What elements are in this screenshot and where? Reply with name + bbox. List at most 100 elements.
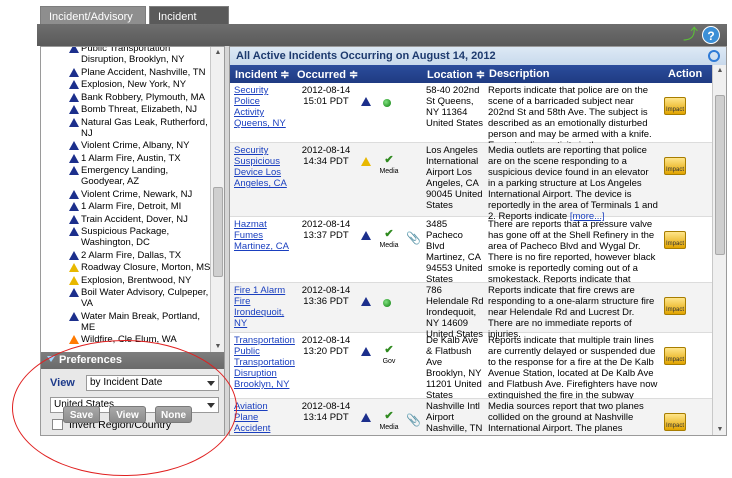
incident-link[interactable]: Hazmat Fumes Martinez, CA — [234, 219, 290, 252]
refresh-icon[interactable] — [708, 50, 720, 62]
tree-item-label: Boil Water Advisory, Culpeper, VA — [81, 287, 209, 309]
incidents-panel: All Active Incidents Occurring on August… — [229, 46, 727, 436]
help-icon[interactable]: ? — [702, 26, 720, 44]
back-arrow-icon[interactable]: ⤴ — [683, 27, 698, 43]
warning-icon — [69, 226, 79, 236]
tree-date-node[interactable]: − 2012-08-12 — [41, 347, 211, 348]
panel-title: All Active Incidents Occurring on August… — [236, 50, 496, 62]
tree-item[interactable]: Explosion, Brentwood, NY — [41, 275, 211, 286]
tab-incident-explorer[interactable]: Incident Explorer — [149, 6, 229, 35]
tree-item[interactable]: Emergency Landing, Goodyear, AZ — [41, 165, 211, 187]
location-text: Nashville Intl Airport Nashville, TN 372… — [426, 401, 483, 435]
panel-title-bar: All Active Incidents Occurring on August… — [230, 47, 726, 65]
impact-icon: Impact — [664, 231, 686, 249]
source-label: Media — [379, 424, 399, 431]
source-badge: ✔ Media — [378, 411, 400, 433]
occurred-time: 2012-08-14 14:34 PDT — [301, 145, 351, 167]
tree-item[interactable]: Suspicious Package, Washington, DC — [41, 226, 211, 248]
warning-icon — [69, 189, 79, 199]
scroll-up-icon[interactable]: ▲ — [716, 67, 724, 74]
tree-item-label: Wildfire, Cle Elum, WA — [81, 334, 177, 345]
preferences-header[interactable]: Preferences — [41, 352, 224, 369]
scroll-down-icon[interactable]: ▼ — [716, 426, 724, 433]
tree-item[interactable]: Public Transportation Disruption, Brookl… — [41, 47, 211, 65]
none-button[interactable]: None — [155, 406, 192, 423]
tree-item[interactable]: 2 Alarm Fire, Dallas, TX — [41, 250, 211, 261]
warning-icon — [69, 92, 79, 102]
severity-icon — [361, 157, 371, 166]
tree-item[interactable]: 1 Alarm Fire, Austin, TX — [41, 153, 211, 164]
table-row[interactable]: Fire 1 Alarm Fire Irondequoit, NY 2012-08… — [230, 283, 712, 340]
incident-link[interactable]: Aviation Plane Accident Nashville, TN — [234, 401, 290, 435]
description-text: Reports indicate that fire crews are res… — [488, 285, 658, 340]
tree-item[interactable]: Bank Robbery, Plymouth, MA — [41, 92, 211, 103]
impact-button[interactable]: Impact — [662, 97, 688, 115]
tree-item[interactable]: Train Accident, Dover, NJ — [41, 214, 211, 225]
impact-icon: Impact — [664, 297, 686, 315]
column-header-incident[interactable]: Incident ≑ — [235, 68, 289, 81]
location-text: Los Angeles International Airport Los An… — [426, 145, 483, 211]
tree-item[interactable]: Bomb Threat, Elizabeth, NJ — [41, 104, 211, 115]
scroll-thumb[interactable] — [715, 95, 725, 255]
impact-button[interactable]: Impact — [662, 347, 688, 365]
impact-button[interactable]: Impact — [662, 297, 688, 315]
scroll-up-icon[interactable]: ▲ — [214, 49, 222, 56]
table-scrollbar[interactable]: ▲ ▼ — [712, 65, 726, 435]
severity-icon — [361, 297, 371, 306]
tree-item[interactable]: Boil Water Advisory, Culpeper, VA — [41, 287, 211, 309]
incident-link[interactable]: Fire 1 Alarm Fire Irondequoit, NY — [234, 285, 290, 329]
tab-incident-advisory-map[interactable]: Incident/Advisory Map — [40, 6, 146, 35]
tree-item[interactable]: Explosion, New York, NY — [41, 79, 211, 90]
chevron-down-icon — [47, 356, 55, 362]
tree-item-label: Roadway Closure, Morton, MS — [81, 262, 211, 273]
tree-item[interactable]: Wildfire, Cle Elum, WA — [41, 334, 211, 345]
attachment-icon[interactable]: 📎 — [406, 232, 421, 244]
tree-item[interactable]: Water Main Break, Portland, ME — [41, 311, 211, 333]
incident-link[interactable]: Security Police Activity Queens, NY — [234, 85, 290, 129]
tree-item-label: Plane Accident, Nashville, TN — [81, 66, 206, 78]
warning-icon — [69, 153, 79, 163]
source-label: Media — [379, 242, 399, 249]
severity-icon — [361, 97, 371, 106]
view-button[interactable]: View — [109, 406, 146, 423]
column-header-location[interactable]: Location ≑ — [427, 68, 485, 81]
left-scrollbar[interactable]: ▲ ▼ — [210, 47, 224, 352]
warning-icon — [69, 140, 79, 150]
scroll-down-icon[interactable]: ▼ — [214, 343, 222, 350]
tree-item[interactable]: Violent Crime, Newark, NJ — [41, 189, 211, 200]
checkmark-icon: ✔ — [384, 344, 394, 356]
table-row[interactable]: Hazmat Fumes Martinez, CA 2012-08-14 13:3… — [230, 217, 712, 296]
attachment-icon[interactable]: 📎 — [406, 414, 421, 426]
tree-item[interactable]: Natural Gas Leak, Rutherford, NJ — [41, 117, 211, 139]
severity-icon — [361, 231, 371, 240]
tree-item[interactable]: 1 Alarm Fire, Detroit, MI — [41, 201, 211, 212]
table-row[interactable]: Transportation Public Transportation Dis… — [230, 333, 712, 412]
status-dot-icon — [383, 99, 391, 107]
incident-table-body: Security Police Activity Queens, NY 2012-… — [230, 83, 712, 435]
table-row[interactable]: Security Police Activity Queens, NY 2012-… — [230, 83, 712, 151]
table-row[interactable]: Security Suspicious Device Los Angeles, … — [230, 143, 712, 222]
collapse-icon[interactable]: − — [46, 347, 55, 348]
tree-item-label: Explosion, New York, NY — [81, 79, 187, 90]
impact-button[interactable]: Impact — [662, 157, 688, 175]
severity-icon — [361, 413, 371, 422]
scroll-thumb[interactable] — [213, 187, 223, 277]
save-button[interactable]: Save — [63, 406, 100, 423]
tree-item-label: Bank Robbery, Plymouth, MA — [81, 91, 205, 103]
preferences-buttons: Save View None — [40, 368, 225, 458]
preferences-title: Preferences — [59, 354, 122, 366]
description-text: Media sources report that two planes col… — [488, 401, 658, 435]
incident-link[interactable]: Security Suspicious Device Los Angeles, … — [234, 145, 290, 189]
column-header-occurred[interactable]: Occurred ≑ — [297, 68, 358, 81]
tree-item[interactable]: Plane Accident, Nashville, TN — [41, 67, 211, 78]
occurred-time: 2012-08-14 13:37 PDT — [301, 219, 351, 241]
impact-button[interactable]: Impact — [662, 413, 688, 431]
table-row[interactable]: Aviation Plane Accident Nashville, TN 201… — [230, 399, 712, 435]
impact-button[interactable]: Impact — [662, 231, 688, 249]
source-badge: ✔ Gov — [378, 345, 400, 367]
tree-item[interactable]: Violent Crime, Albany, NY — [41, 140, 211, 151]
tree-item[interactable]: Roadway Closure, Morton, MS — [41, 262, 211, 273]
impact-label: Impact — [665, 241, 684, 247]
incident-link[interactable]: Transportation Public Transportation Dis… — [234, 335, 295, 390]
impact-label: Impact — [665, 307, 684, 313]
